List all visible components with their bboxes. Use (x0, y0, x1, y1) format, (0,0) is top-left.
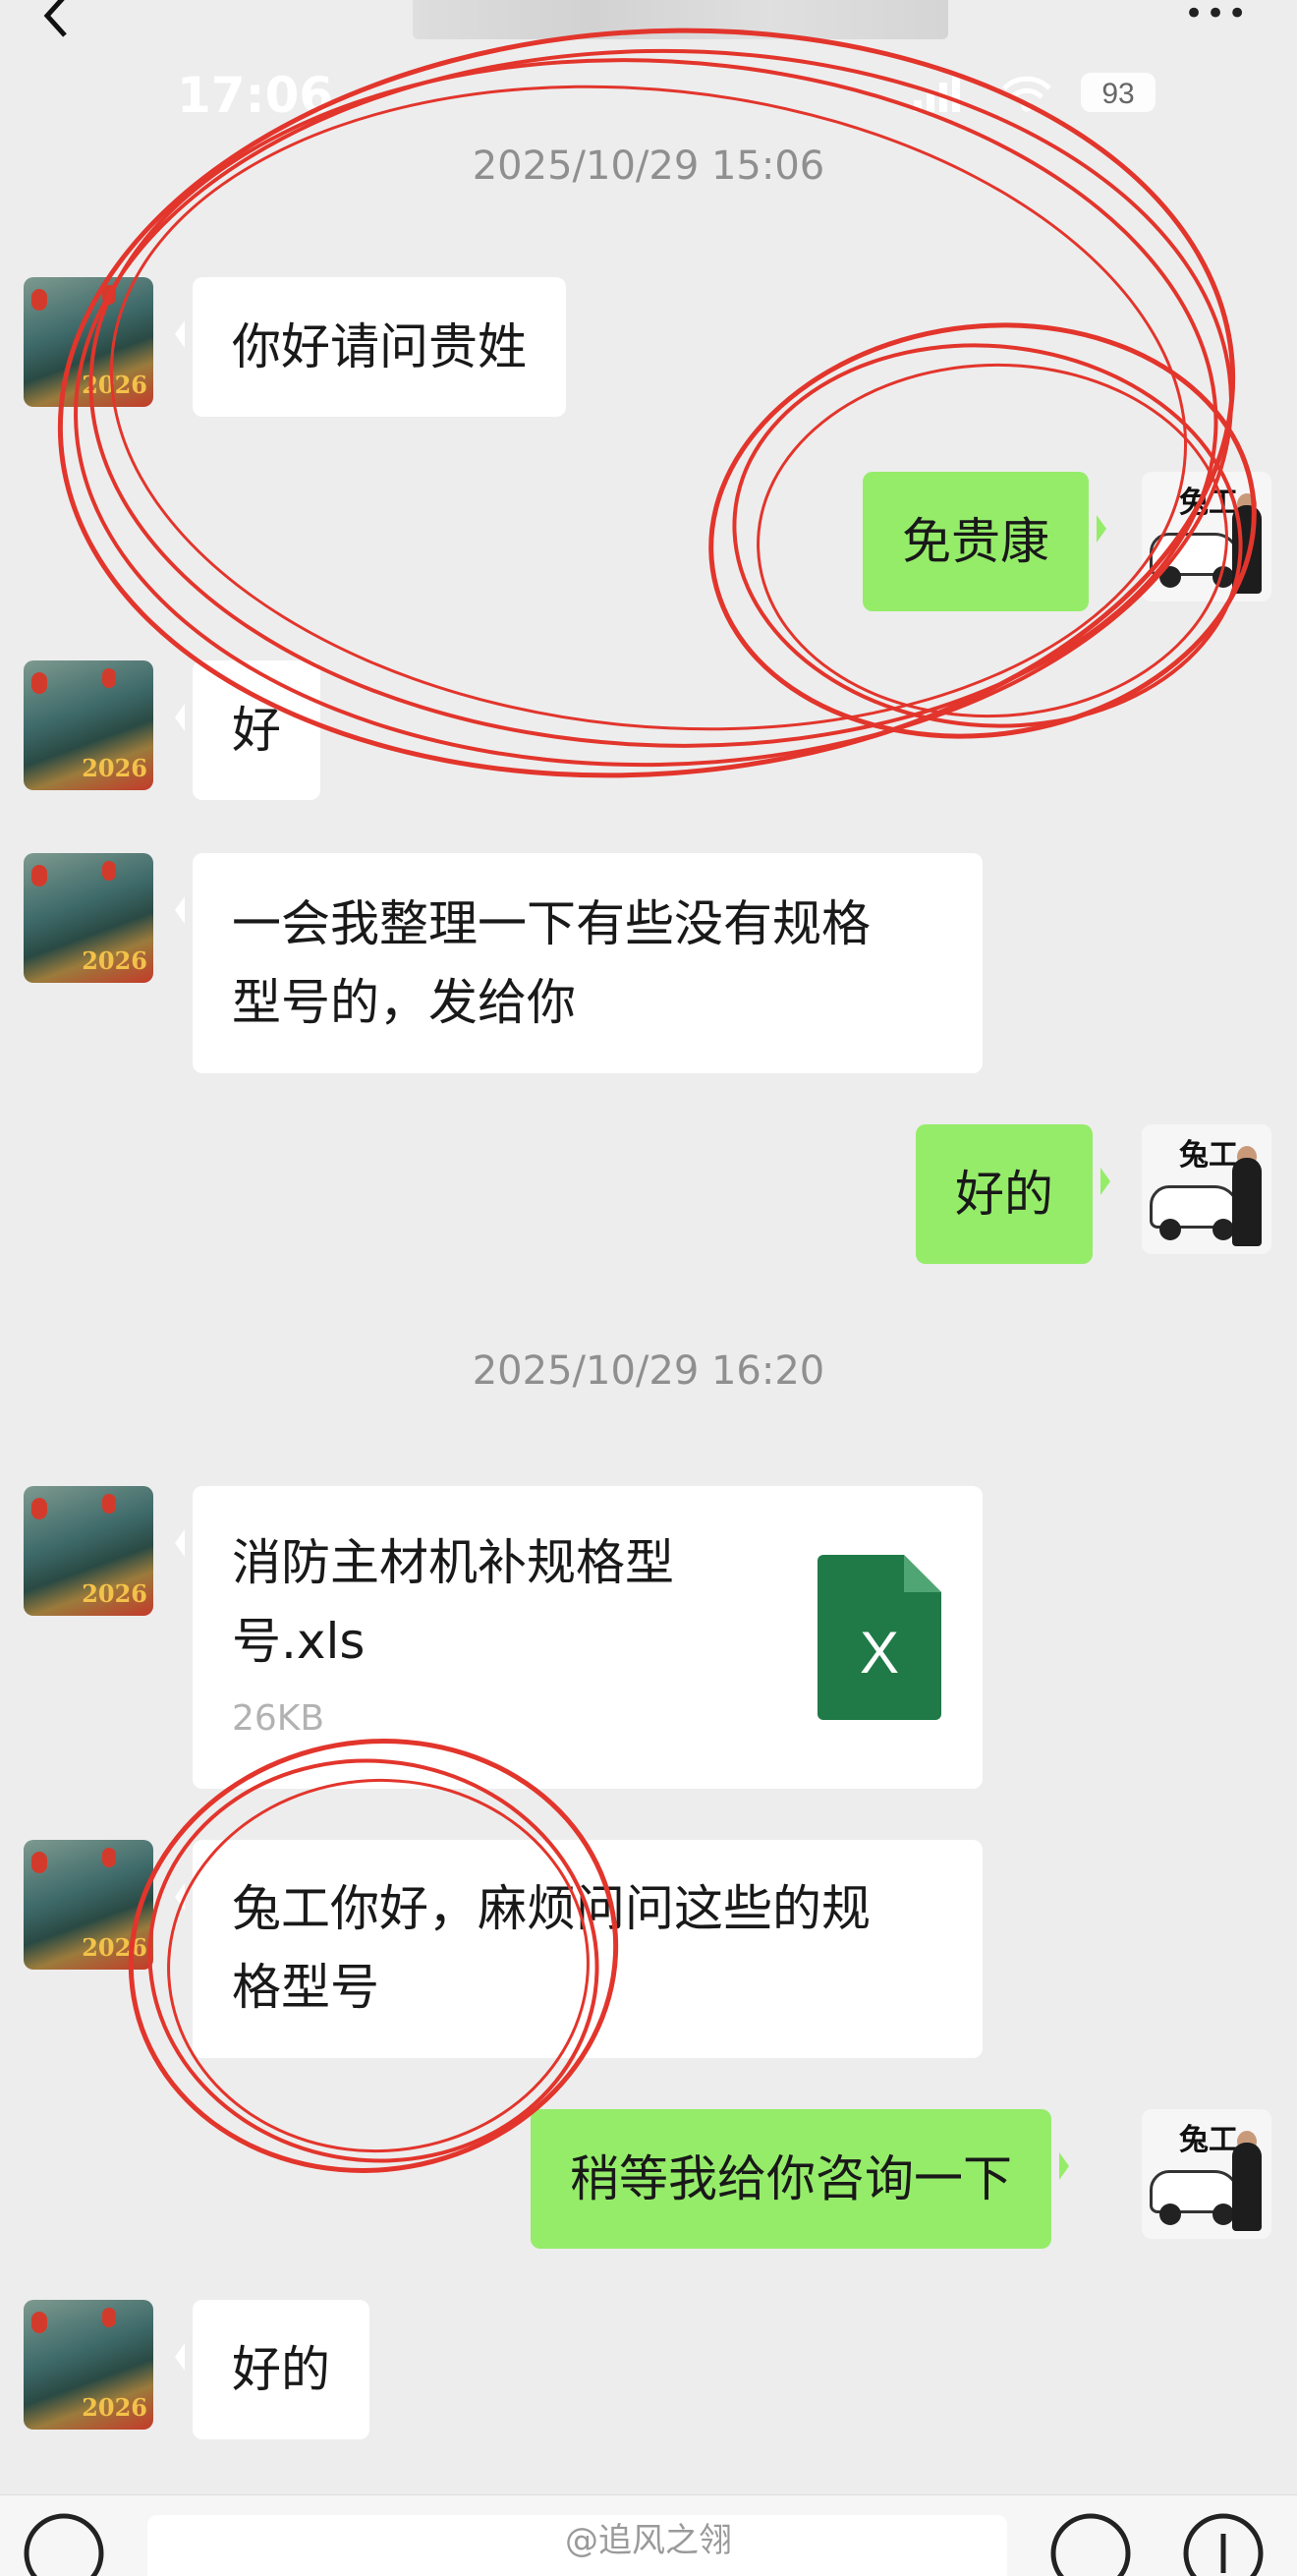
avatar-contact[interactable]: 2026 (24, 853, 153, 983)
svg-text:X: X (860, 1620, 899, 1686)
file-message-card[interactable]: 消防主材机补规格型 号.xls 26KB X (175, 1486, 983, 1789)
wifi-icon (1002, 76, 1051, 112)
file-size: 26KB (232, 1698, 325, 1739)
message-bubble-sent[interactable]: 稍等我给你咨询一下 (531, 2109, 1069, 2249)
chat-title-blurred (413, 0, 948, 39)
battery-level: 93 (1101, 78, 1134, 110)
avatar-contact[interactable]: 2026 (24, 1486, 153, 1616)
message-line: 格型号 (232, 1959, 379, 2016)
avatar-contact[interactable]: 2026 (24, 660, 153, 790)
timestamp: 2025/10/29 15:06 (472, 143, 825, 189)
more-options-button[interactable]: ••• (1184, 0, 1249, 33)
message-bubble-received[interactable]: 好的 (175, 2300, 369, 2439)
chevron-left-icon[interactable] (29, 0, 88, 47)
message-bubble-received[interactable]: 好 (175, 660, 320, 800)
message-bubble-received[interactable]: 你好请问贵姓 (175, 277, 566, 417)
message-bubble-received[interactable]: 一会我整理一下有些没有规格 型号的，发给你 (175, 853, 983, 1073)
message-bubble-sent[interactable]: 好的 (916, 1124, 1110, 1264)
avatar-contact[interactable]: 2026 (24, 277, 153, 407)
avatar-self[interactable]: 兔工 (1142, 1124, 1271, 1254)
excel-file-icon: X (818, 1555, 941, 1720)
message-line: 一会我整理一下有些没有规格 (232, 895, 871, 952)
message-line: 兔工你好，麻烦问问这些的规 (232, 1880, 871, 1937)
avatar-self[interactable]: 兔工 (1142, 2109, 1271, 2239)
status-icons: 93 (914, 73, 1156, 112)
signal-icon (914, 73, 960, 112)
message-bubble-sent[interactable]: 免贵康 (863, 472, 1106, 611)
message-bubble-received[interactable]: 兔工你好，麻烦问问这些的规 格型号 (175, 1840, 983, 2058)
timestamp: 2025/10/29 16:20 (472, 1348, 825, 1394)
avatar-contact[interactable]: 2026 (24, 2300, 153, 2430)
weibo-watermark: @追风之翎 (565, 2521, 732, 2560)
avatar-contact[interactable]: 2026 (24, 1840, 153, 1970)
status-time: 17:06 (177, 67, 334, 124)
avatar-self[interactable]: 兔工 (1142, 472, 1271, 601)
message-line: 型号的，发给你 (232, 974, 576, 1031)
chat-header: ••• (0, 0, 1297, 59)
file-name: 消防主材机补规格型 号.xls (232, 1534, 674, 1670)
